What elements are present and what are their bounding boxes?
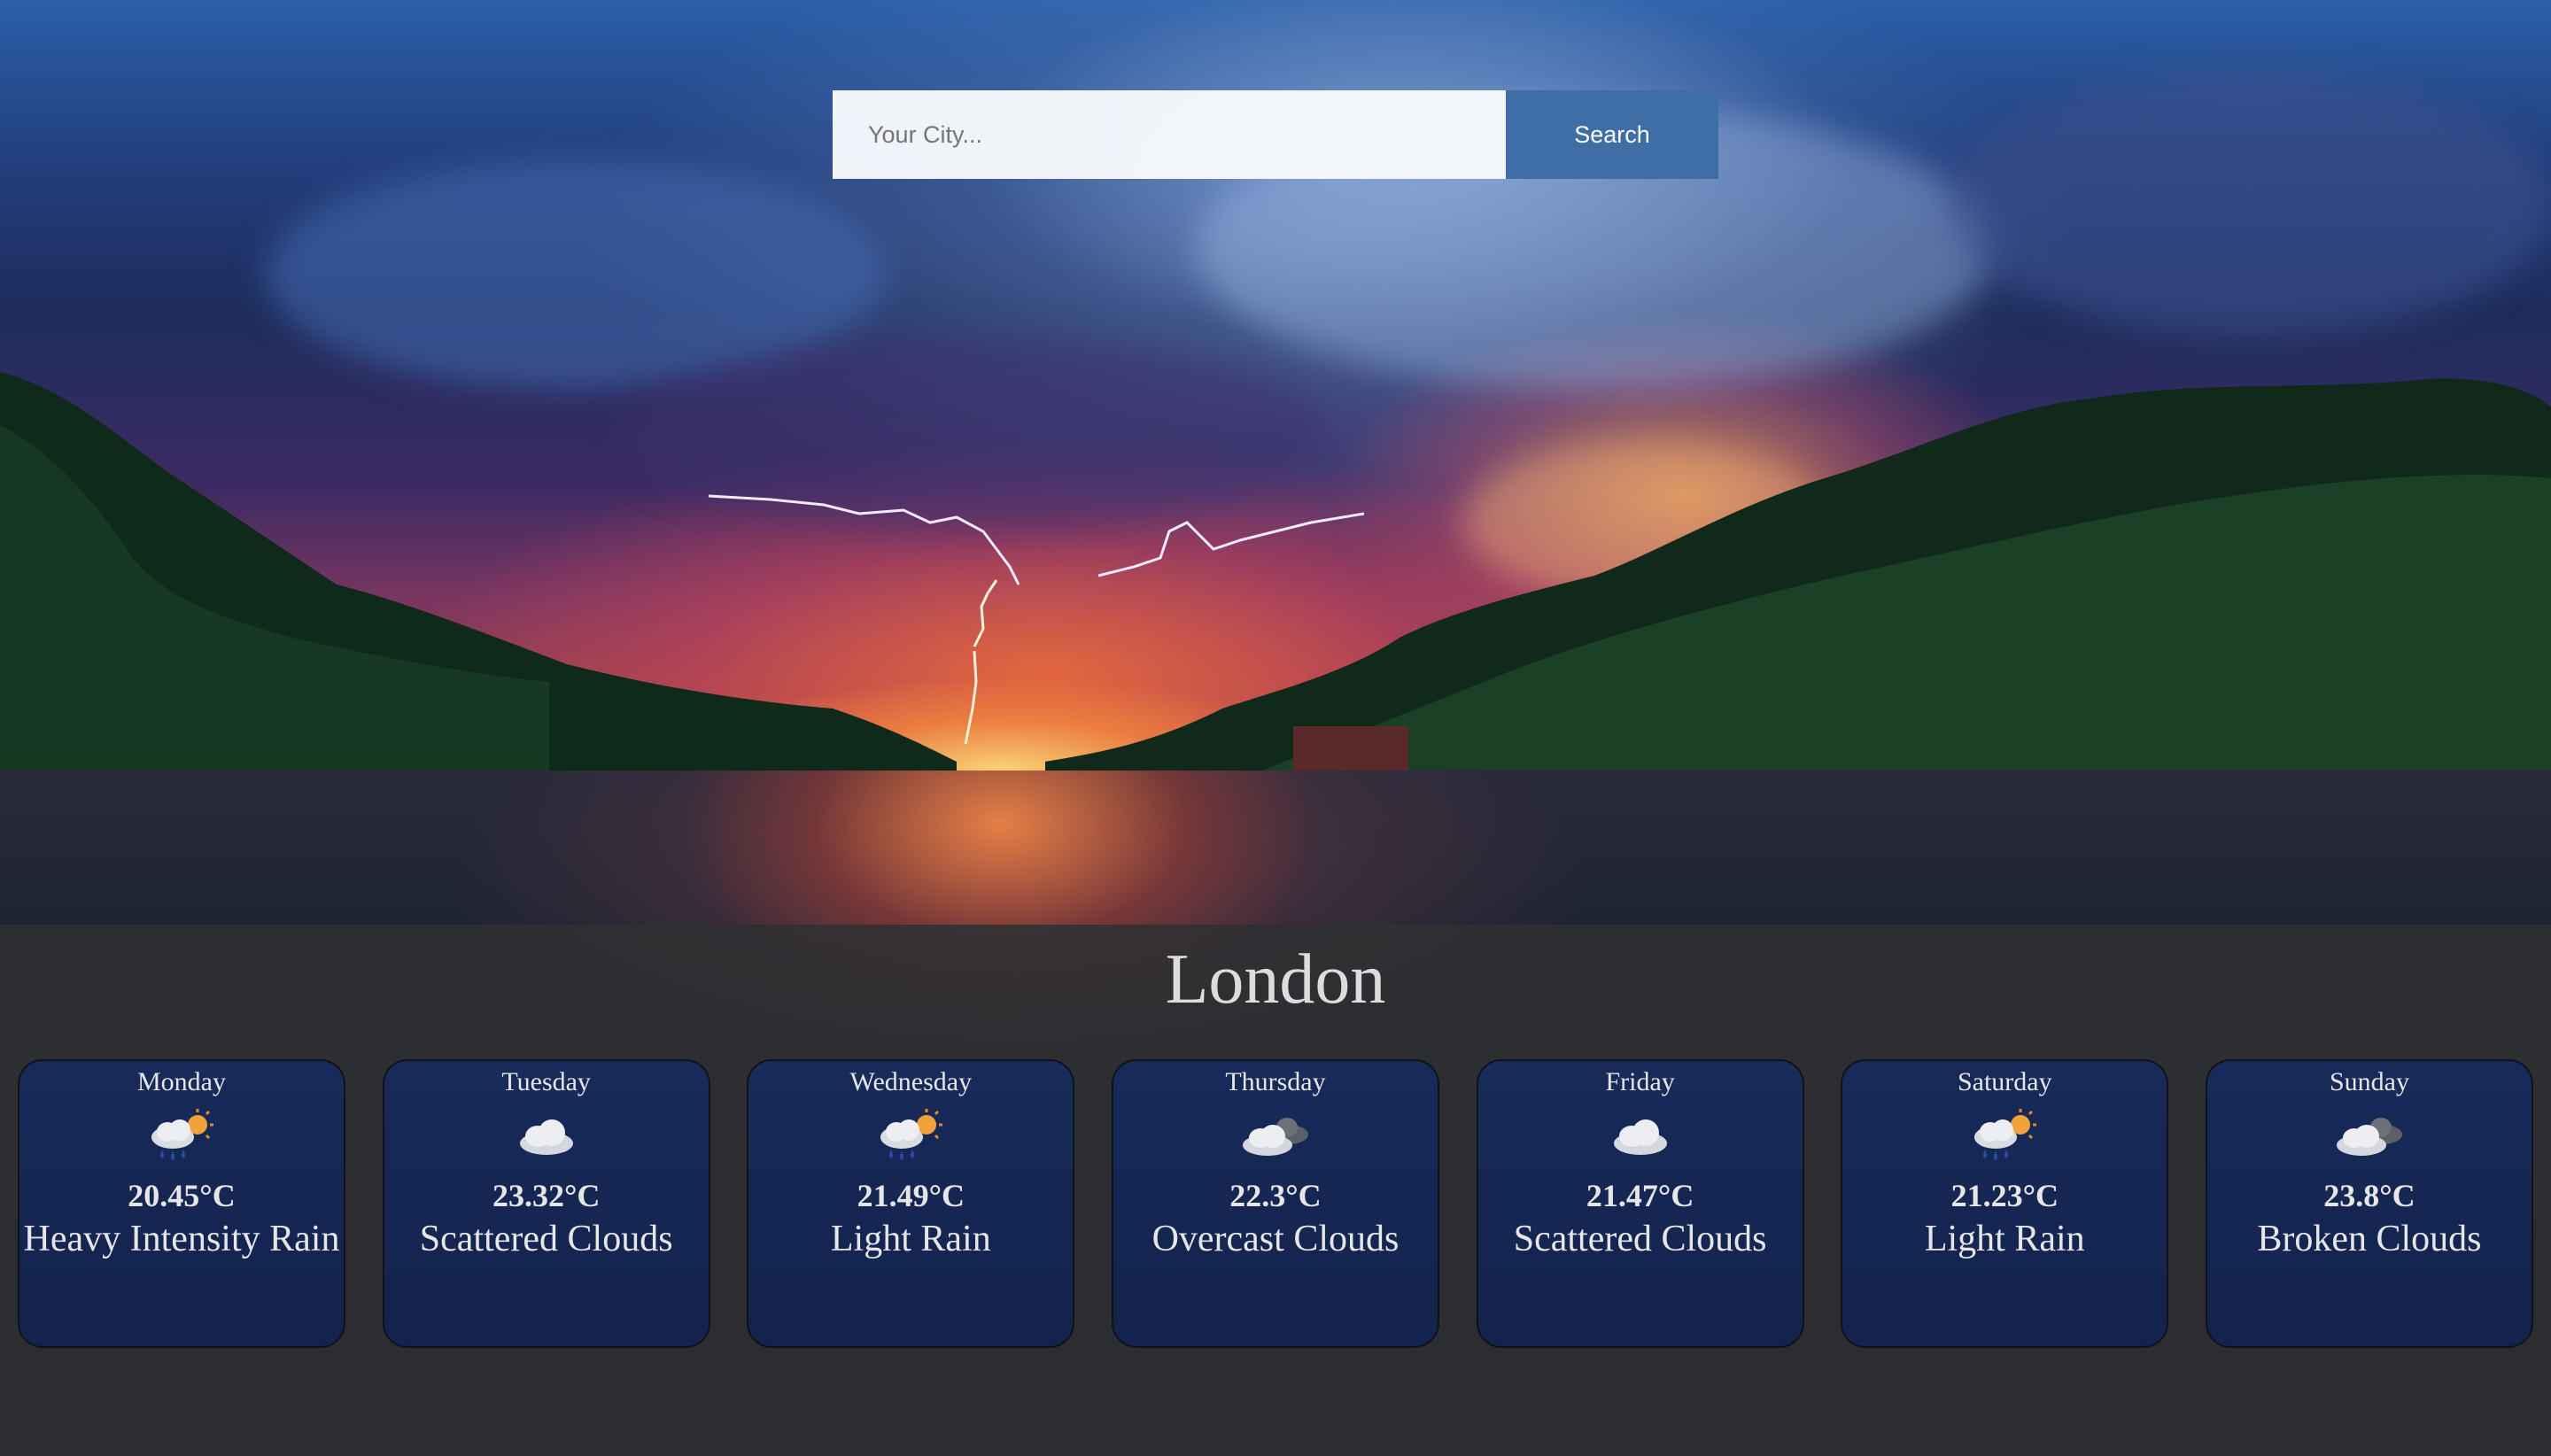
- forecast-day: Saturday: [1957, 1067, 2052, 1096]
- rain-sun-icon: [748, 1102, 1073, 1171]
- rain-sun-icon: [1842, 1102, 2167, 1171]
- forecast-description: Overcast Clouds: [1151, 1219, 1400, 1259]
- forecast-description: Light Rain: [830, 1219, 991, 1259]
- forecast-card: Wednesday 21.49°C Light Rain: [747, 1059, 1075, 1348]
- dark-clouds-icon: [1113, 1102, 1438, 1171]
- dark-clouds-icon: [2207, 1102, 2532, 1171]
- cloud-icon: [384, 1102, 709, 1171]
- forecast-day: Monday: [137, 1067, 226, 1096]
- search-button[interactable]: Search: [1506, 90, 1718, 179]
- forecast-card: Friday 21.47°C Scattered Clouds: [1476, 1059, 1804, 1348]
- rain-sun-icon: [19, 1102, 344, 1171]
- forecast-temp: 21.47°C: [1586, 1178, 1694, 1213]
- forecast-temp: 21.49°C: [857, 1178, 965, 1213]
- forecast-temp: 22.3°C: [1229, 1178, 1322, 1213]
- forecast-day: Tuesday: [501, 1067, 591, 1096]
- forecast-temp: 23.32°C: [492, 1178, 601, 1213]
- city-search-input[interactable]: [833, 90, 1506, 179]
- forecast-description: Scattered Clouds: [419, 1219, 673, 1259]
- forecast-day: Wednesday: [849, 1067, 973, 1096]
- forecast-description: Heavy Intensity Rain: [23, 1219, 340, 1259]
- forecast-description: Light Rain: [1924, 1219, 2085, 1259]
- forecast-temp: 23.8°C: [2323, 1178, 2415, 1213]
- forecast-day: Friday: [1605, 1067, 1675, 1096]
- forecast-description: Broken Clouds: [2257, 1219, 2482, 1259]
- forecast-card: Thursday 22.3°C Overcast Clouds: [1111, 1059, 1439, 1348]
- forecast-day: Sunday: [2329, 1067, 2409, 1096]
- forecast-card: Saturday 21.23°C Light Rain: [1841, 1059, 2169, 1348]
- city-name: London: [1165, 941, 1386, 1018]
- forecast-description: Scattered Clouds: [1513, 1219, 1767, 1259]
- cloud-shape: [1949, 71, 2551, 337]
- forecast-temp: 21.23°C: [1950, 1178, 2059, 1213]
- forecast-card: Sunday 23.8°C Broken Clouds: [2205, 1059, 2533, 1348]
- forecast-temp: 20.45°C: [128, 1178, 236, 1213]
- forecast-card: Tuesday 23.32°C Scattered Clouds: [382, 1059, 710, 1348]
- forecast-card: Monday 20.45°C Heavy Intensity Rain: [18, 1059, 345, 1348]
- cloud-icon: [1478, 1102, 1803, 1171]
- search-bar: Search: [833, 90, 1718, 179]
- forecast-cards: Monday 20.45°C Heavy Intensity Rain Tues…: [18, 1059, 2533, 1348]
- forecast-day: Thursday: [1225, 1067, 1326, 1096]
